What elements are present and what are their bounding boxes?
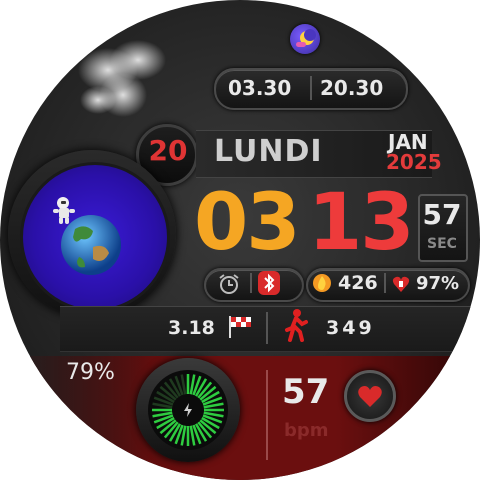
seconds-display: 57 — [422, 198, 462, 231]
weather-night-icon[interactable] — [290, 24, 320, 54]
world-time-2: 20.30 — [320, 76, 384, 100]
hour-display: 03 — [194, 178, 301, 268]
calories-battery-divider — [384, 273, 386, 293]
calories-value: 426 — [338, 272, 378, 294]
checkered-flag-icon — [226, 312, 254, 340]
seconds-label: SEC — [427, 236, 457, 252]
heart-divider — [266, 370, 268, 460]
minute-display: 13 — [308, 178, 415, 268]
flame-icon — [312, 272, 332, 294]
lightning-icon — [180, 402, 196, 418]
alarm-bt-divider — [250, 273, 252, 293]
world-time-divider — [310, 76, 312, 100]
gauge-percent: 79% — [66, 360, 115, 385]
steps-value: 349 — [326, 317, 375, 339]
bluetooth-icon[interactable] — [258, 271, 280, 295]
day-number: 20 — [148, 134, 188, 167]
world-time-1: 03.30 — [228, 76, 292, 100]
weekday-label: LUNDI — [214, 134, 323, 169]
year-label: 2025 — [386, 150, 442, 174]
battery-value: 97% — [416, 273, 460, 294]
watch-face: 03.30 20.30 20 LUNDI JAN 2025 03 13 57 S… — [0, 0, 480, 480]
bpm-unit: bpm — [284, 420, 329, 441]
activity-divider — [266, 312, 268, 344]
earth-astronaut-icon[interactable] — [20, 162, 170, 312]
bpm-value: 57 — [282, 372, 330, 412]
heart-battery-icon — [392, 272, 410, 294]
alarm-clock-icon[interactable] — [216, 272, 242, 296]
walking-man-icon — [282, 308, 310, 344]
heart-icon[interactable] — [344, 370, 396, 422]
distance-value: 3.18 — [168, 317, 215, 339]
activity-bar — [60, 306, 480, 352]
cloud-icon — [68, 30, 178, 130]
